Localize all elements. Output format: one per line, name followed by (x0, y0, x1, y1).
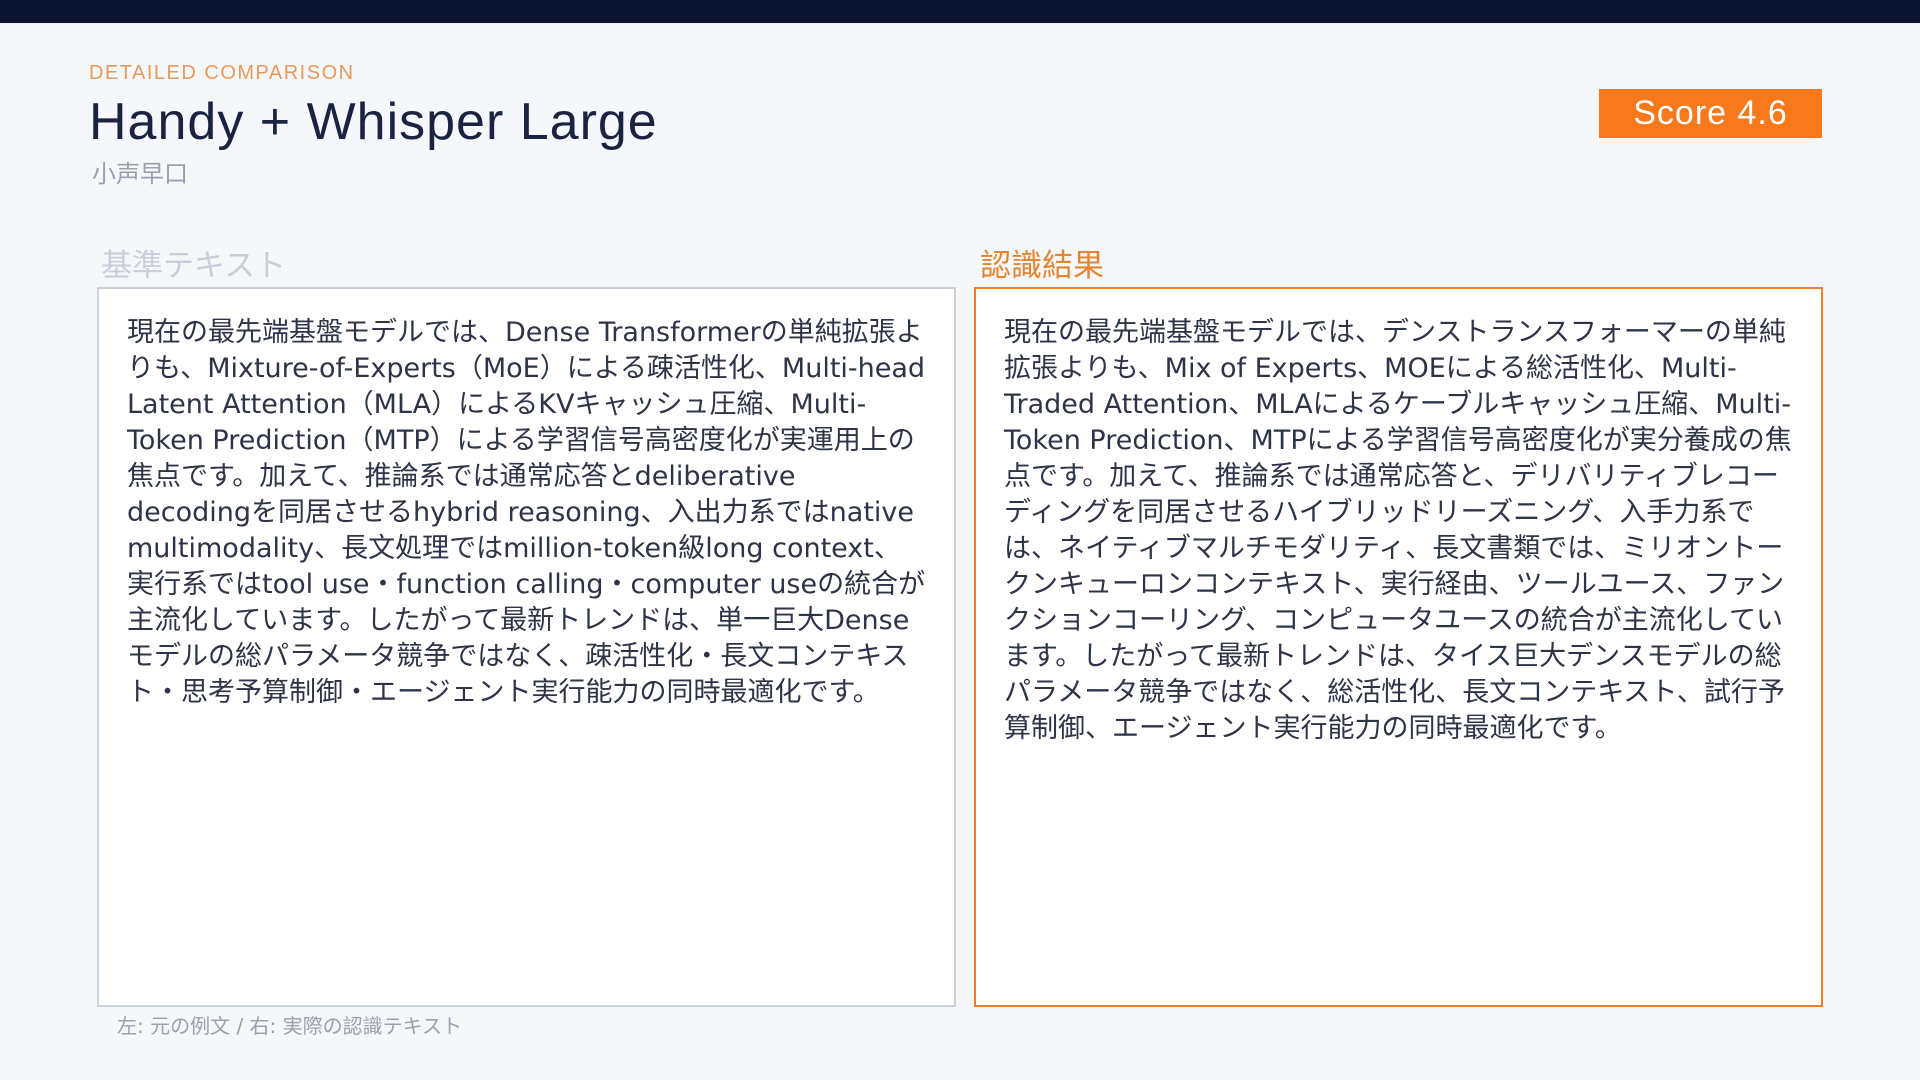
score-badge: Score 4.6 (1599, 89, 1822, 138)
reference-text: 現在の最先端基盤モデルでは、Dense Transformerの単純拡張よりも、… (127, 317, 926, 708)
top-bar (0, 0, 1920, 23)
page-title: Handy + Whisper Large (89, 93, 658, 151)
result-label: 認識結果 (980, 248, 1104, 284)
result-text-panel: 現在の最先端基盤モデルでは、デンストランスフォーマーの単純拡張よりも、Mix o… (974, 287, 1823, 1007)
section-eyebrow: DETAILED COMPARISON (89, 62, 355, 84)
page-subtitle: 小声早口 (92, 160, 188, 188)
reference-label: 基準テキスト (101, 248, 287, 284)
reference-text-panel: 現在の最先端基盤モデルでは、Dense Transformerの単純拡張よりも、… (97, 287, 956, 1007)
result-text: 現在の最先端基盤モデルでは、デンストランスフォーマーの単純拡張よりも、Mix o… (1004, 317, 1792, 744)
footnote: 左: 元の例文 / 右: 実際の認識テキスト (117, 1014, 463, 1038)
